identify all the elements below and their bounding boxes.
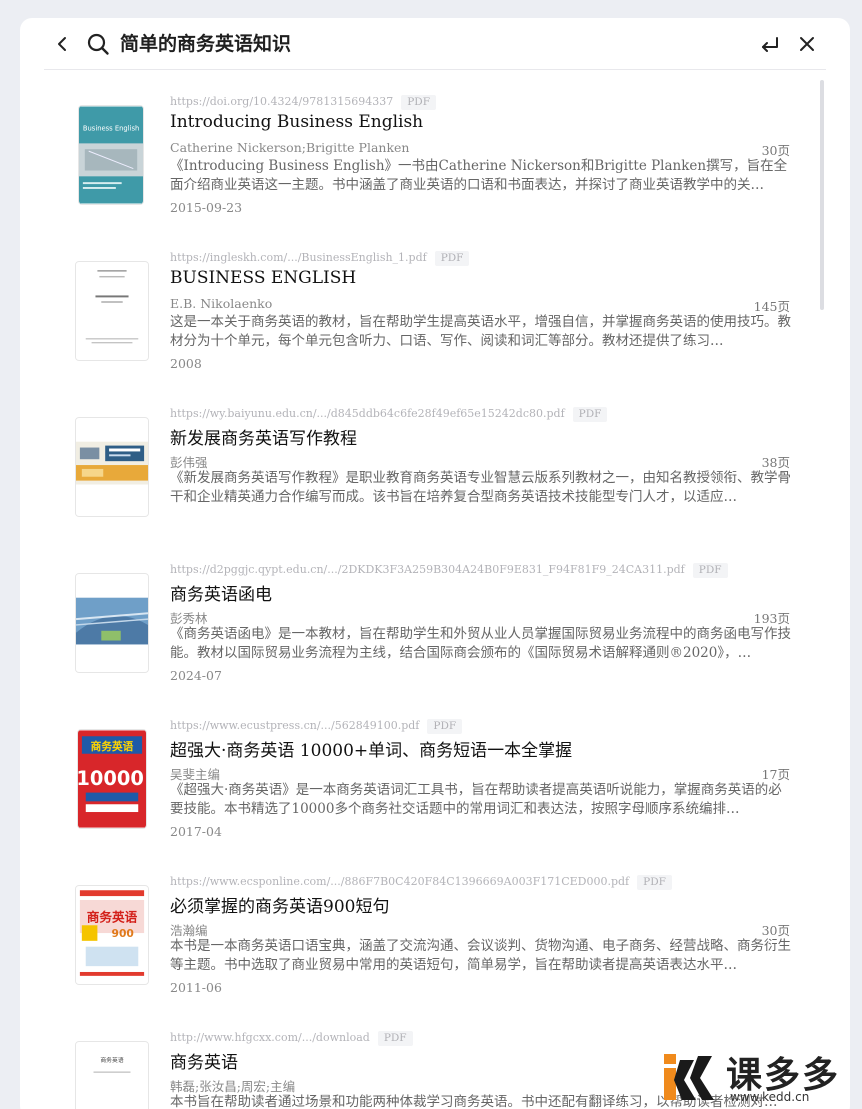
format-badge: PDF bbox=[692, 563, 728, 578]
result-title[interactable]: Introducing Business English bbox=[170, 112, 423, 132]
result-url[interactable]: https://ingleskh.com/.../BusinessEnglish… bbox=[170, 251, 427, 264]
format-badge: PDF bbox=[401, 95, 436, 110]
result-title[interactable]: 必须掌握的商务英语900短句 bbox=[170, 892, 389, 917]
book-cover-image: 商务英语 10000 bbox=[78, 730, 146, 828]
result-author: E.B. Nikolaenko bbox=[170, 296, 273, 311]
result-date: 2024-07 bbox=[170, 668, 222, 683]
result-date: 2017-04 bbox=[170, 824, 222, 839]
book-cover[interactable]: 商务英语 bbox=[75, 1041, 149, 1109]
cover-number: 900 bbox=[112, 927, 134, 940]
book-cover-image: Business English bbox=[79, 106, 143, 204]
result-item[interactable]: 商务英语 10000 https://www.ecustpress.cn/...… bbox=[20, 694, 850, 850]
result-url[interactable]: https://d2pggjc.qypt.edu.cn/.../2DKDK3F3… bbox=[170, 563, 685, 576]
result-item[interactable]: https://ingleskh.com/.../BusinessEnglish… bbox=[20, 226, 850, 382]
book-cover[interactable]: 商务英语 10000 bbox=[77, 729, 147, 829]
cover-title: Business English bbox=[83, 125, 139, 133]
result-url[interactable]: http://www.hfgcxx.com/.../download bbox=[170, 1031, 370, 1044]
search-input[interactable] bbox=[120, 31, 720, 53]
watermark-url: www.kedd.cn bbox=[730, 1090, 810, 1104]
book-cover-image: 商务英语 bbox=[76, 1042, 148, 1109]
cover-title: 商务英语 bbox=[100, 1056, 123, 1064]
result-url[interactable]: https://www.ecustpress.cn/.../562849100.… bbox=[170, 719, 419, 732]
format-badge: PDF bbox=[427, 719, 463, 734]
result-title[interactable]: 商务英语函电 bbox=[170, 580, 272, 605]
cover-title: 商务英语 bbox=[87, 909, 138, 924]
result-date: 2015-09-23 bbox=[170, 200, 243, 215]
format-badge: PDF bbox=[637, 875, 672, 890]
search-icon bbox=[87, 33, 109, 55]
result-date: 2008 bbox=[170, 356, 202, 371]
kedd-logo-icon bbox=[664, 1054, 714, 1100]
book-cover-image: 商务英语 900 bbox=[76, 886, 148, 984]
book-cover[interactable] bbox=[75, 261, 149, 361]
result-item[interactable]: https://d2pggjc.qypt.edu.cn/.../2DKDK3F3… bbox=[20, 538, 850, 694]
book-cover[interactable]: Business English bbox=[78, 105, 144, 205]
book-cover-image bbox=[76, 262, 148, 360]
search-results-panel: Business English https://doi.org/10.4324… bbox=[20, 18, 850, 1109]
book-cover-image bbox=[76, 574, 148, 672]
search-bar bbox=[44, 18, 826, 70]
cover-title: 商务英语 bbox=[91, 740, 134, 753]
format-badge: PDF bbox=[434, 251, 470, 266]
cover-number: 10000 bbox=[78, 767, 144, 790]
result-date: 2011-06 bbox=[170, 980, 222, 995]
format-badge: PDF bbox=[377, 1031, 413, 1046]
result-url[interactable]: https://www.ecsponline.com/.../886F7B0C4… bbox=[170, 875, 629, 888]
result-url[interactable]: https://doi.org/10.4324/9781315694337 bbox=[170, 95, 393, 108]
back-arrow-icon[interactable] bbox=[54, 35, 72, 53]
result-title[interactable]: 商务英语 bbox=[170, 1048, 238, 1073]
result-description: 这是一本关于商务英语的教材，旨在帮助学生提高英语水平，增强自信，并掌握商务英语的… bbox=[170, 314, 791, 349]
result-title[interactable]: 超强大·商务英语 10000+单词、商务短语一本全掌握 bbox=[170, 736, 572, 761]
result-author: Catherine Nickerson;Brigitte Planken bbox=[170, 140, 410, 155]
result-description: 《商务英语函电》是一本教材，旨在帮助学生和外贸从业人员掌握国际贸易业务流程中的商… bbox=[170, 626, 791, 661]
enter-return-icon[interactable] bbox=[760, 35, 780, 53]
book-cover[interactable] bbox=[75, 573, 149, 673]
result-item[interactable]: Business English https://doi.org/10.4324… bbox=[20, 70, 850, 226]
book-cover[interactable]: 商务英语 900 bbox=[75, 885, 149, 985]
result-url[interactable]: https://wy.baiyunu.edu.cn/.../d845ddb64c… bbox=[170, 407, 565, 420]
result-description: 《新发展商务英语写作教程》是职业教育商务英语专业智慧云版系列教材之一，由知名教授… bbox=[170, 470, 791, 505]
result-title[interactable]: BUSINESS ENGLISH bbox=[170, 268, 356, 288]
result-item[interactable]: https://wy.baiyunu.edu.cn/.../d845ddb64c… bbox=[20, 382, 850, 538]
result-description: 本书是一本商务英语口语宝典，涵盖了交流沟通、会议谈判、货物沟通、电子商务、经营战… bbox=[170, 938, 791, 973]
book-cover-image bbox=[76, 418, 148, 516]
format-badge: PDF bbox=[572, 407, 608, 422]
book-cover[interactable] bbox=[75, 417, 149, 517]
close-icon[interactable] bbox=[798, 35, 816, 53]
watermark: 课多多 www.kedd.cn bbox=[660, 1048, 860, 1106]
result-item[interactable]: 商务英语 900 https://www.ecsponline.com/.../… bbox=[20, 850, 850, 1006]
result-description: 《Introducing Business English》一书由Catheri… bbox=[170, 158, 788, 193]
result-title[interactable]: 新发展商务英语写作教程 bbox=[170, 424, 357, 449]
result-description: 《超强大·商务英语》是一本商务英语词汇工具书，旨在帮助读者提高英语听说能力，掌握… bbox=[170, 782, 782, 817]
